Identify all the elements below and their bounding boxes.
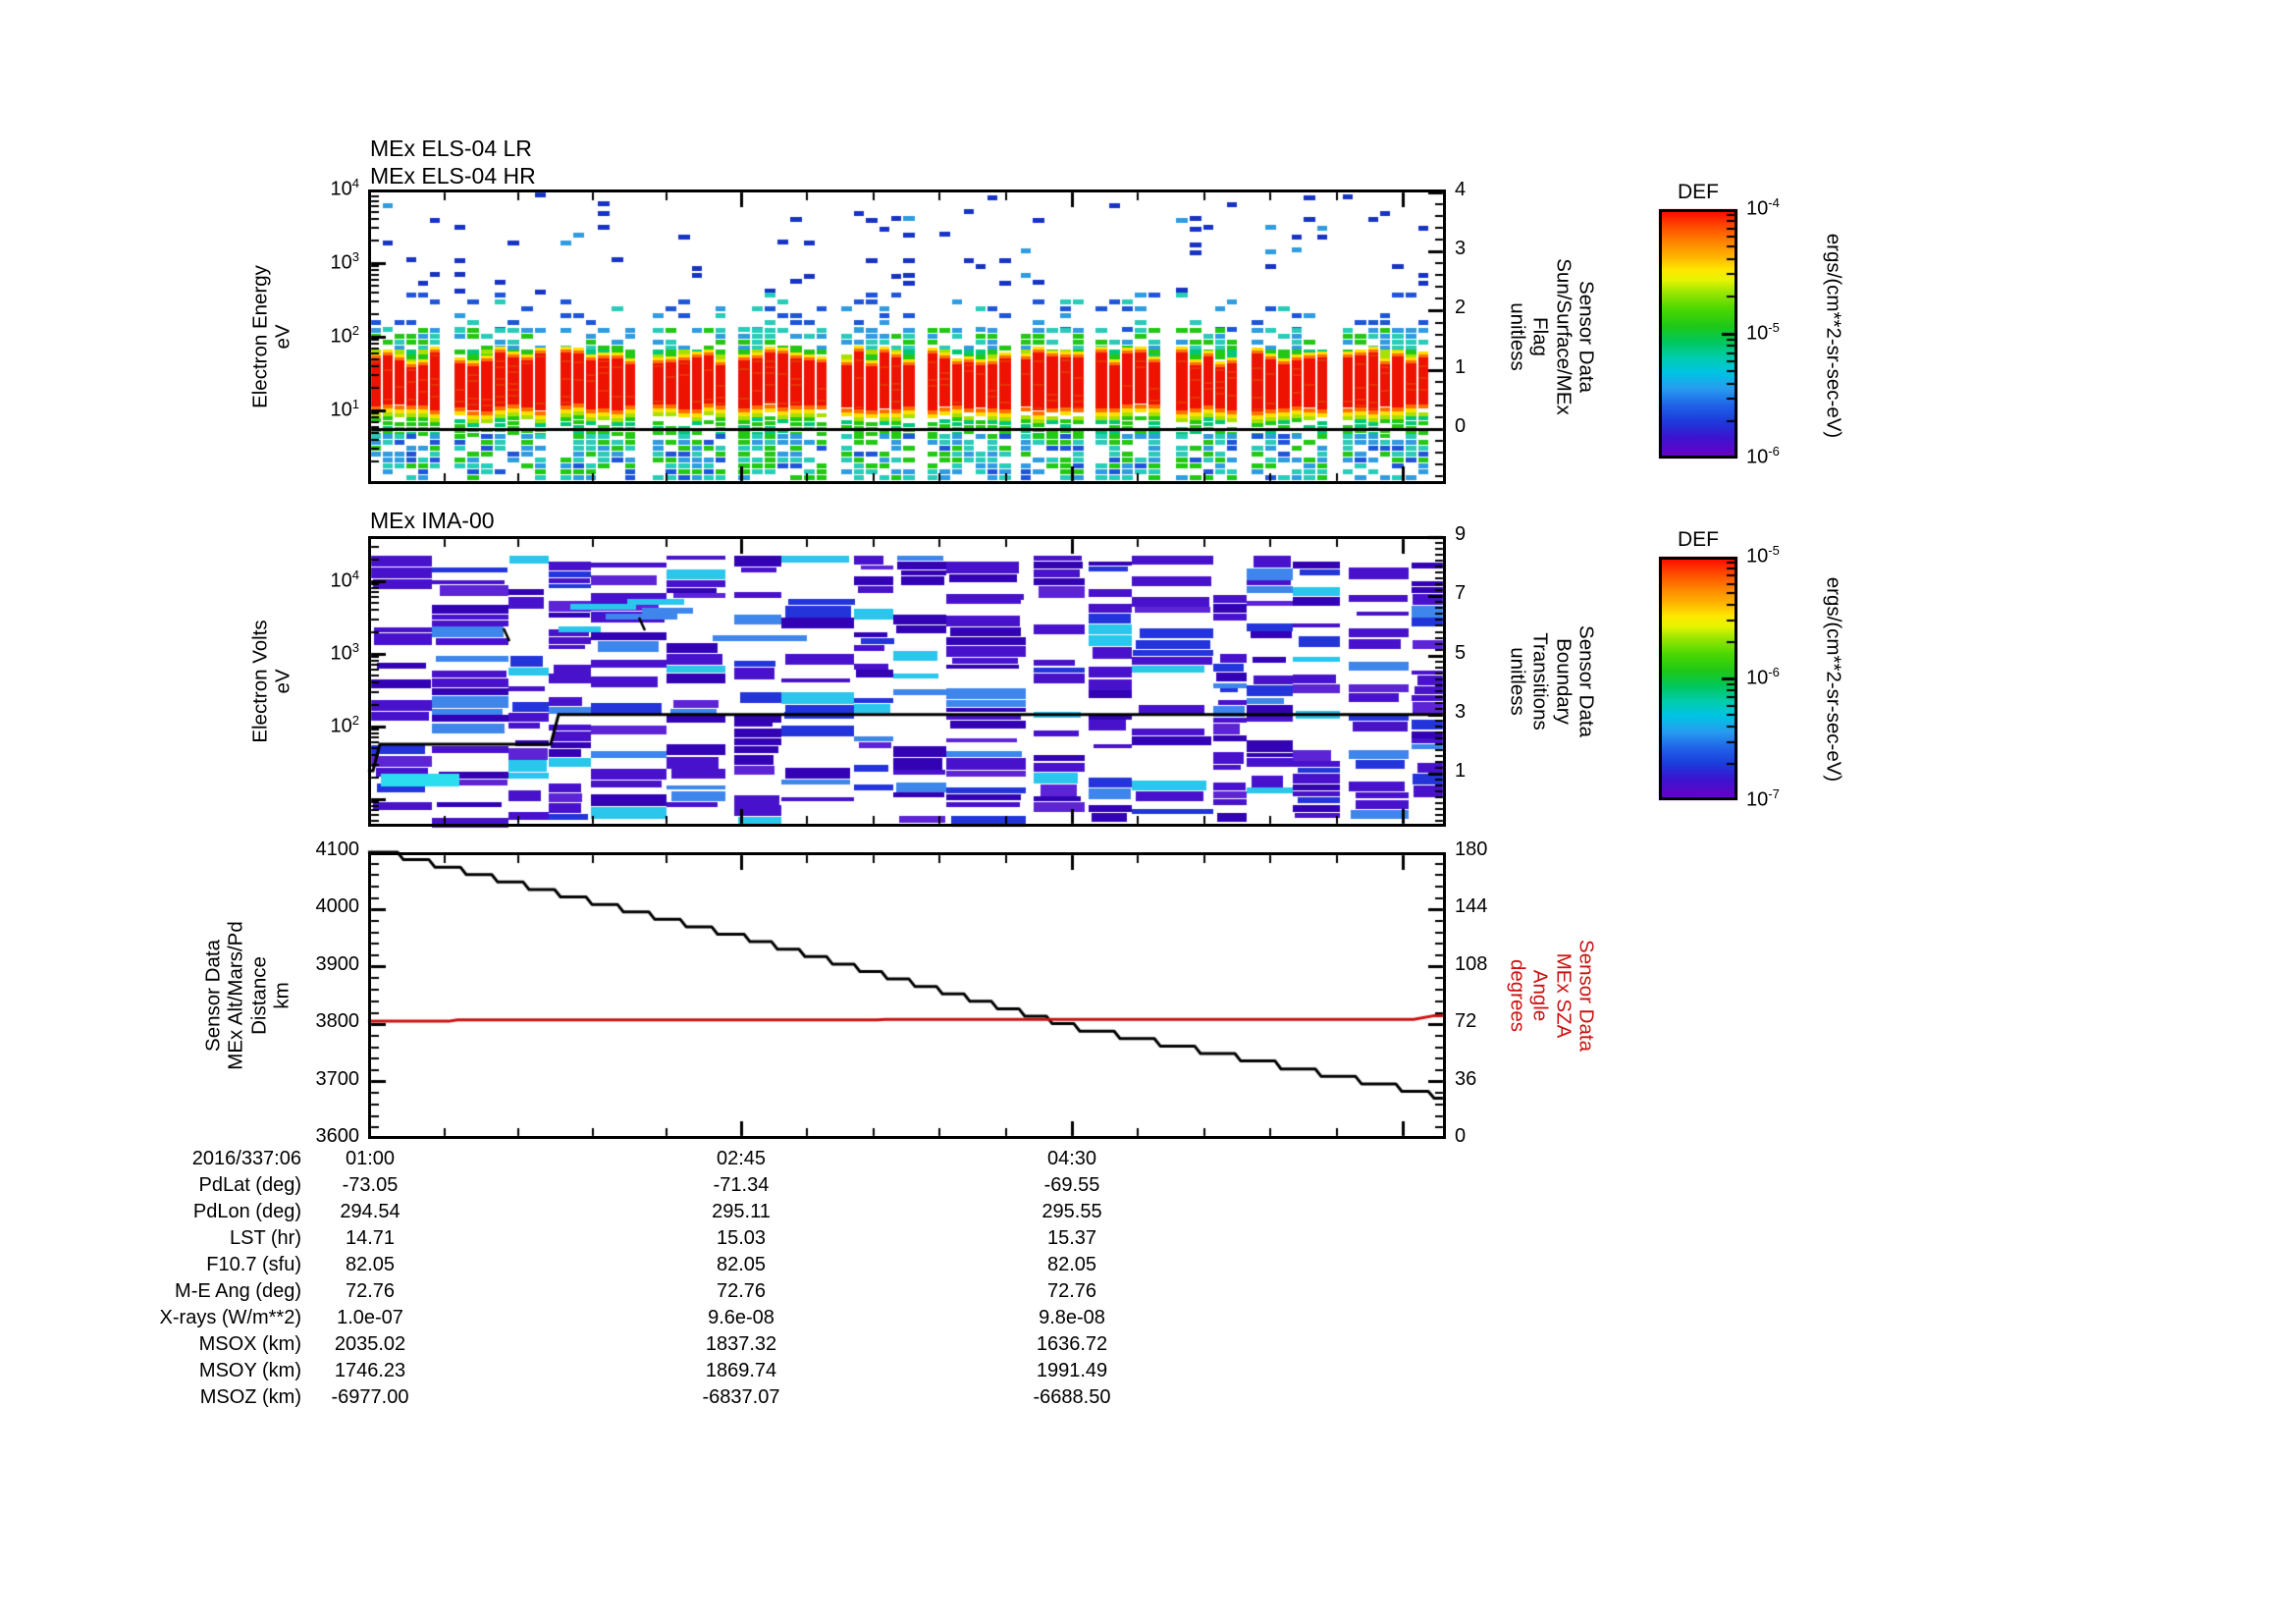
table-cell: 82.05 xyxy=(1046,1254,1097,1275)
alt-ytick-label: 4000 xyxy=(315,895,360,917)
colorbar1-title: DEF xyxy=(1678,181,1719,203)
mex-orbit-plot-page: MEx ELS-04 LR MEx ELS-04 HR MEx IMA-00 E… xyxy=(0,0,2296,1623)
ima-y2tick-label: 9 xyxy=(1455,523,1467,545)
x-axis-tick-label: 04:30 xyxy=(1046,1148,1097,1169)
els-colorbar xyxy=(1659,209,1737,459)
colorbar2-tick-label: 10-6 xyxy=(1746,665,1780,689)
x-axis-tick-label: 01:00 xyxy=(345,1148,396,1169)
els-right-axis-label: Sensor Data Sun/Surface/MEx Flag unitles… xyxy=(1506,258,1598,415)
colorbar1-unit-label: ergs/(cm**2-sr-sec-eV) xyxy=(1822,233,1845,439)
table-row-label: X-rays (W/m**2) xyxy=(159,1307,301,1328)
ima-y2tick-label: 5 xyxy=(1455,642,1467,664)
alt-y2tick-label: 36 xyxy=(1455,1068,1477,1090)
alt-y-axis-label: Sensor Data MEx Alt/Mars/Pd Distance km xyxy=(201,921,294,1070)
colorbar2-tick-label: 10-5 xyxy=(1746,543,1780,568)
table-cell: 1636.72 xyxy=(1036,1333,1108,1355)
table-cell: 294.54 xyxy=(340,1201,400,1222)
table-row-label: M-E Ang (deg) xyxy=(175,1280,301,1302)
els-title-hr: MEx ELS-04 HR xyxy=(370,163,536,189)
x-axis-date-label: 2016/337:06 xyxy=(191,1148,301,1169)
ima-title: MEx IMA-00 xyxy=(370,508,495,533)
ima-y-axis-label: Electron Volts eV xyxy=(248,620,294,743)
els-y2tick-label: 0 xyxy=(1455,415,1467,437)
table-cell: 295.55 xyxy=(1041,1201,1102,1222)
table-cell: 1869.74 xyxy=(705,1360,777,1381)
ima-ytick-label: 103 xyxy=(330,640,359,665)
table-cell: 72.76 xyxy=(1046,1280,1097,1302)
ima-ytick-label: 104 xyxy=(330,568,359,592)
table-cell: 1746.23 xyxy=(334,1360,406,1381)
x-axis-tick-label: 02:45 xyxy=(716,1148,767,1169)
table-cell: -71.34 xyxy=(713,1174,770,1196)
table-cell: 72.76 xyxy=(345,1280,396,1302)
els-y-axis-label: Electron Energy eV xyxy=(248,265,294,408)
table-cell: 9.8e-08 xyxy=(1039,1307,1105,1328)
table-cell: -73.05 xyxy=(342,1174,399,1196)
alt-ytick-label: 3800 xyxy=(315,1010,360,1032)
alt-ytick-label: 3900 xyxy=(315,953,360,975)
ima-colorbar xyxy=(1659,557,1737,800)
table-cell: 295.11 xyxy=(712,1201,771,1222)
els-y2tick-label: 3 xyxy=(1455,238,1467,259)
table-cell: -69.55 xyxy=(1043,1174,1100,1196)
alt-ytick-label: 4100 xyxy=(315,839,360,860)
table-row-label: PdLon (deg) xyxy=(192,1201,301,1222)
table-cell: 72.76 xyxy=(716,1280,767,1302)
colorbar1-tick-label: 10-5 xyxy=(1746,320,1780,345)
ima-spectrogram-panel xyxy=(368,536,1446,827)
els-y2tick-label: 2 xyxy=(1455,297,1467,318)
table-row-label: PdLat (deg) xyxy=(198,1174,301,1196)
els-ytick-label: 101 xyxy=(330,397,359,421)
alt-y2tick-label: 0 xyxy=(1455,1125,1467,1147)
alt-ytick-label: 3600 xyxy=(315,1125,360,1147)
alt-ytick-label: 3700 xyxy=(315,1068,360,1090)
table-cell: 82.05 xyxy=(716,1254,767,1275)
table-cell: 14.71 xyxy=(345,1227,396,1249)
ima-y2tick-label: 1 xyxy=(1455,760,1467,782)
colorbar1-tick-label: 10-6 xyxy=(1746,444,1780,468)
table-cell: 82.05 xyxy=(345,1254,396,1275)
colorbar2-unit-label: ergs/(cm**2-sr-sec-eV) xyxy=(1822,576,1845,783)
table-cell: 9.6e-08 xyxy=(708,1307,774,1328)
table-cell: 1991.49 xyxy=(1036,1360,1108,1381)
table-cell: 1.0e-07 xyxy=(337,1307,403,1328)
colorbar2-tick-label: 10-7 xyxy=(1746,786,1780,811)
ima-ytick-label: 102 xyxy=(330,713,359,737)
alt-y2tick-label: 72 xyxy=(1455,1010,1477,1032)
altitude-sza-line-panel xyxy=(368,852,1446,1139)
table-row-label: MSOY (km) xyxy=(198,1360,301,1381)
els-ytick-label: 104 xyxy=(330,176,359,200)
table-cell: -6688.50 xyxy=(1033,1386,1111,1408)
table-row-label: F10.7 (sfu) xyxy=(206,1254,301,1275)
table-row-label: MSOX (km) xyxy=(198,1333,301,1355)
alt-y2tick-label: 108 xyxy=(1455,953,1488,975)
ima-right-axis-label: Sensor Data Boundary Transitions unitles… xyxy=(1506,625,1598,737)
els-y2tick-label: 4 xyxy=(1455,179,1467,200)
table-cell: 15.37 xyxy=(1046,1227,1097,1249)
els-ytick-label: 103 xyxy=(330,249,359,274)
table-cell: -6977.00 xyxy=(331,1386,409,1408)
table-cell: -6837.07 xyxy=(702,1386,780,1408)
colorbar2-title: DEF xyxy=(1678,528,1719,551)
table-cell: 15.03 xyxy=(716,1227,767,1249)
alt-y2tick-label: 180 xyxy=(1455,839,1488,860)
els-spectrogram-panel xyxy=(368,189,1446,484)
table-cell: 2035.02 xyxy=(334,1333,406,1355)
els-title-lr: MEx ELS-04 LR xyxy=(370,135,532,161)
table-row-label: MSOZ (km) xyxy=(199,1386,301,1408)
els-ytick-label: 102 xyxy=(330,323,359,348)
table-row-label: LST (hr) xyxy=(230,1227,301,1249)
colorbar1-tick-label: 10-4 xyxy=(1746,195,1780,220)
table-cell: 1837.32 xyxy=(705,1333,777,1355)
els-y2tick-label: 1 xyxy=(1455,356,1467,378)
ima-y2tick-label: 3 xyxy=(1455,701,1467,723)
alt-y2tick-label: 144 xyxy=(1455,895,1488,917)
sza-right-axis-label: Sensor Data MEx SZA Angle degrees xyxy=(1506,940,1598,1052)
ima-y2tick-label: 7 xyxy=(1455,582,1467,604)
